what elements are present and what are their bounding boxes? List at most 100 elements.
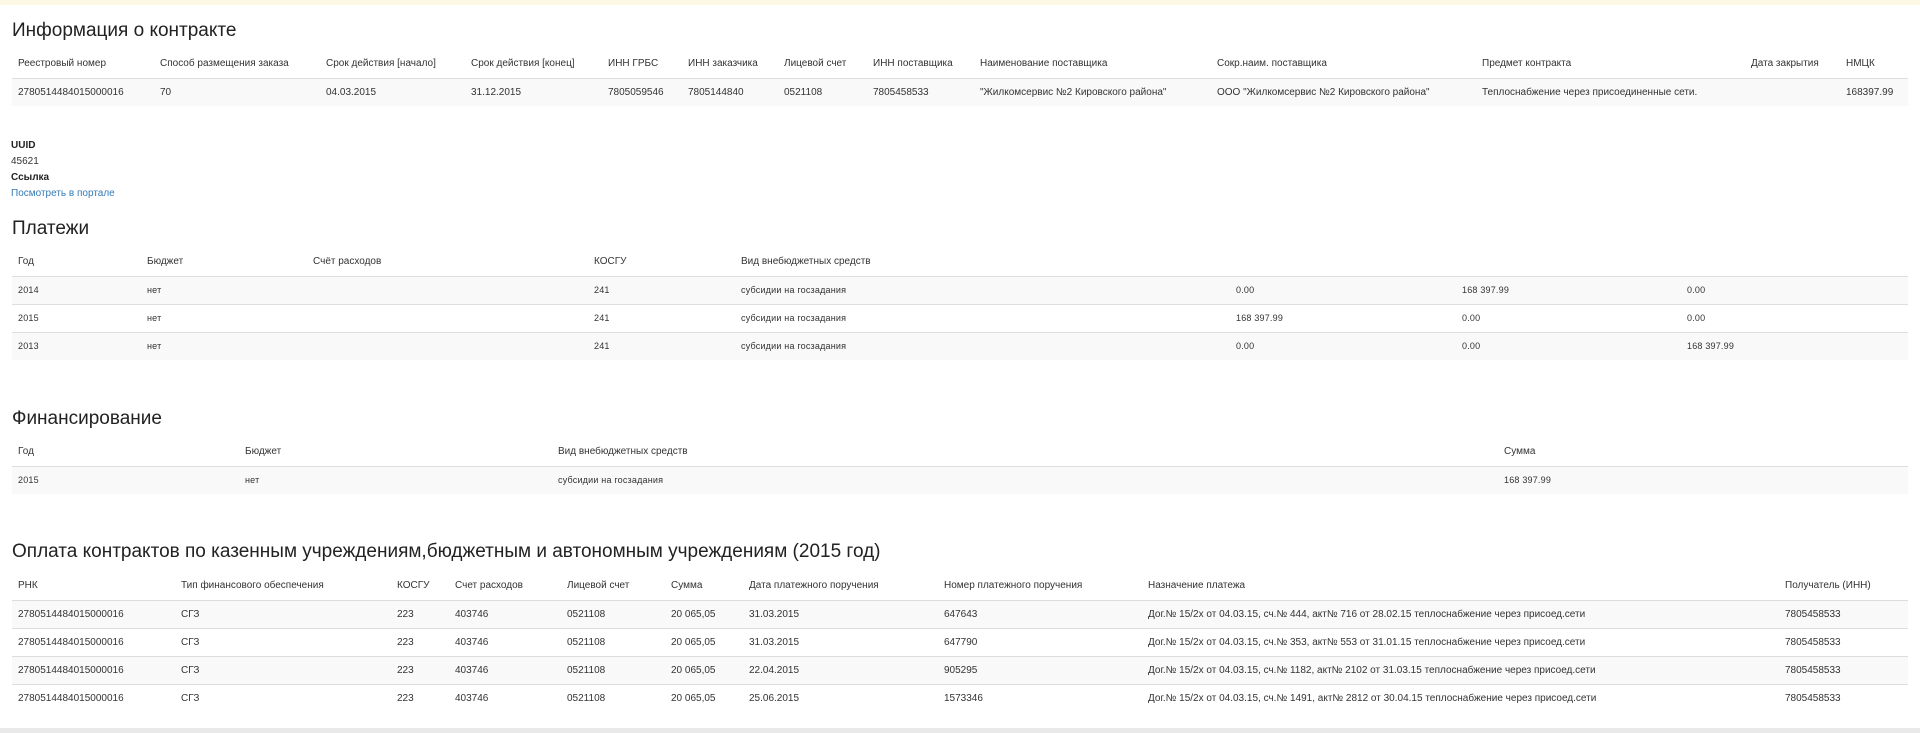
table-cell: 2780514484015000016 [12,627,175,656]
table-cell: субсидии на госзадания [735,275,1230,304]
column-header [1681,248,1908,276]
table-cell: 0.00 [1681,303,1908,332]
column-header: РНК [18,580,38,592]
table-cell [307,275,588,304]
table-cell: Дог.№ 15/2х от 04.03.15, сч.№ 444, акт№ … [1142,599,1779,628]
table-cell: 241 [588,275,735,304]
table-row: 2014 нет 241 субсидии на госзадания 0.00 168 … [12,275,1908,304]
table-row: 2013 нет 241 субсидии на госзадания 0.00 0.00… [12,331,1908,360]
column-header: Реестровый номер [18,58,107,70]
table-cell: 168 397.99 [1681,331,1908,360]
table-cell [307,303,588,332]
table-row: 2780514484015000016 СГЗ 223 403746 0521108 20… [12,599,1908,628]
table-cell: 7805458533 [1779,627,1908,656]
table-cell: 7805144840 [682,77,778,106]
table-cell [307,331,588,360]
table-cell: Дог.№ 15/2х от 04.03.15, сч.№ 1491, акт№… [1142,683,1779,712]
column-header: Лицевой счет [567,580,630,592]
table-cell: 2780514484015000016 [12,683,175,712]
table-cell: 1573346 [938,683,1142,712]
table-cell: субсидии на госзадания [552,465,1498,494]
column-header: Наименование поставщика [980,58,1108,70]
table-cell: 2780514484015000016 [12,655,175,684]
table-cell: 0521108 [561,655,665,684]
table-cell: 403746 [449,627,561,656]
table-cell: субсидии на госзадания [735,303,1230,332]
column-header: Счет расходов [455,580,523,592]
table-cell: 2015 [12,465,239,494]
column-header [1456,248,1681,276]
table-cell: Дог.№ 15/2х от 04.03.15, сч.№ 1182, акт№… [1142,655,1779,684]
table-cell: 7805458533 [1779,655,1908,684]
table-cell: 31.12.2015 [465,77,602,106]
table-cell: 223 [391,627,449,656]
table-cell: субсидии на госзадания [735,331,1230,360]
financing-title: Финансирование [12,408,162,429]
payments-title: Платежи [12,218,90,239]
table-cell: 168 397.99 [1498,465,1908,494]
uuid-label: UUID [11,140,36,151]
table-row: 2780514484015000016 СГЗ 223 403746 0521108 20… [12,683,1908,712]
table-cell: 25.06.2015 [743,683,938,712]
portal-link[interactable]: Посмотреть в портале [11,188,115,199]
table-cell: 20 065,05 [665,599,743,628]
column-header [1230,248,1456,276]
table-cell [1745,77,1840,106]
table-cell: 0521108 [561,683,665,712]
table-row: 2780514484015000016 70 04.03.2015 31.12.201… [12,77,1908,106]
table-cell: СГЗ [175,599,391,628]
column-header: Назначение платежа [1148,580,1246,592]
table-cell: 20 065,05 [665,683,743,712]
table-cell: 241 [588,331,735,360]
table-row: 2780514484015000016 СГЗ 223 403746 0521108 20… [12,655,1908,684]
table-cell: 223 [391,683,449,712]
table-cell: нет [141,331,307,360]
table-row: 2780514484015000016 СГЗ 223 403746 0521108 20… [12,627,1908,656]
payments-table: Год Бюджет Счёт расходов КОСГУ Вид внебюджет… [12,248,1908,360]
table-cell: 168397.99 [1840,77,1908,106]
horizontal-scrollbar[interactable] [0,728,1920,733]
link-label: Ссылка [11,172,50,183]
table-cell: 70 [154,77,320,106]
column-header: Сумма [671,580,703,592]
column-header: Сумма [1504,446,1536,458]
table-cell: 0.00 [1230,331,1456,360]
table-cell: 22.04.2015 [743,655,938,684]
table-cell: 168 397.99 [1230,303,1456,332]
column-header: Дата платежного поручения [749,580,879,592]
table-cell: нет [239,465,552,494]
column-header: ИНН ГРБС [608,58,659,70]
uuid-value: 45621 [11,156,39,167]
table-cell: 168 397.99 [1456,275,1681,304]
contract-payments-title: Оплата контрактов по казенным учреждения… [12,541,881,562]
table-cell: 0.00 [1681,275,1908,304]
column-header: Тип финансового обеспечения [181,580,324,592]
table-cell: СГЗ [175,655,391,684]
table-cell: 905295 [938,655,1142,684]
column-header: Счёт расходов [313,256,382,268]
table-cell: 0.00 [1456,303,1681,332]
table-cell: 7805458533 [1779,599,1908,628]
contract-info-title: Информация о контракте [12,20,237,41]
table-cell: 223 [391,599,449,628]
table-cell: "Жилкомсервис №2 Кировского района" [974,77,1211,106]
table-cell: 2014 [12,275,141,304]
column-header: Номер платежного поручения [944,580,1083,592]
table-cell: нет [141,303,307,332]
table-cell: 2015 [12,303,141,332]
table-cell: 2780514484015000016 [12,599,175,628]
column-header: Год [18,446,34,458]
column-header: КОСГУ [594,256,627,268]
table-cell: СГЗ [175,683,391,712]
column-header: Бюджет [147,256,184,268]
column-header: Предмет контракта [1482,58,1572,70]
table-cell: 20 065,05 [665,655,743,684]
table-cell: 2780514484015000016 [12,77,154,106]
column-header: Получатель (ИНН) [1785,580,1871,592]
table-cell: 0.00 [1456,331,1681,360]
column-header: ИНН поставщика [873,58,953,70]
top-alert-strip [0,0,1920,5]
table-cell: 647790 [938,627,1142,656]
table-cell: 20 065,05 [665,627,743,656]
column-header: КОСГУ [397,580,430,592]
